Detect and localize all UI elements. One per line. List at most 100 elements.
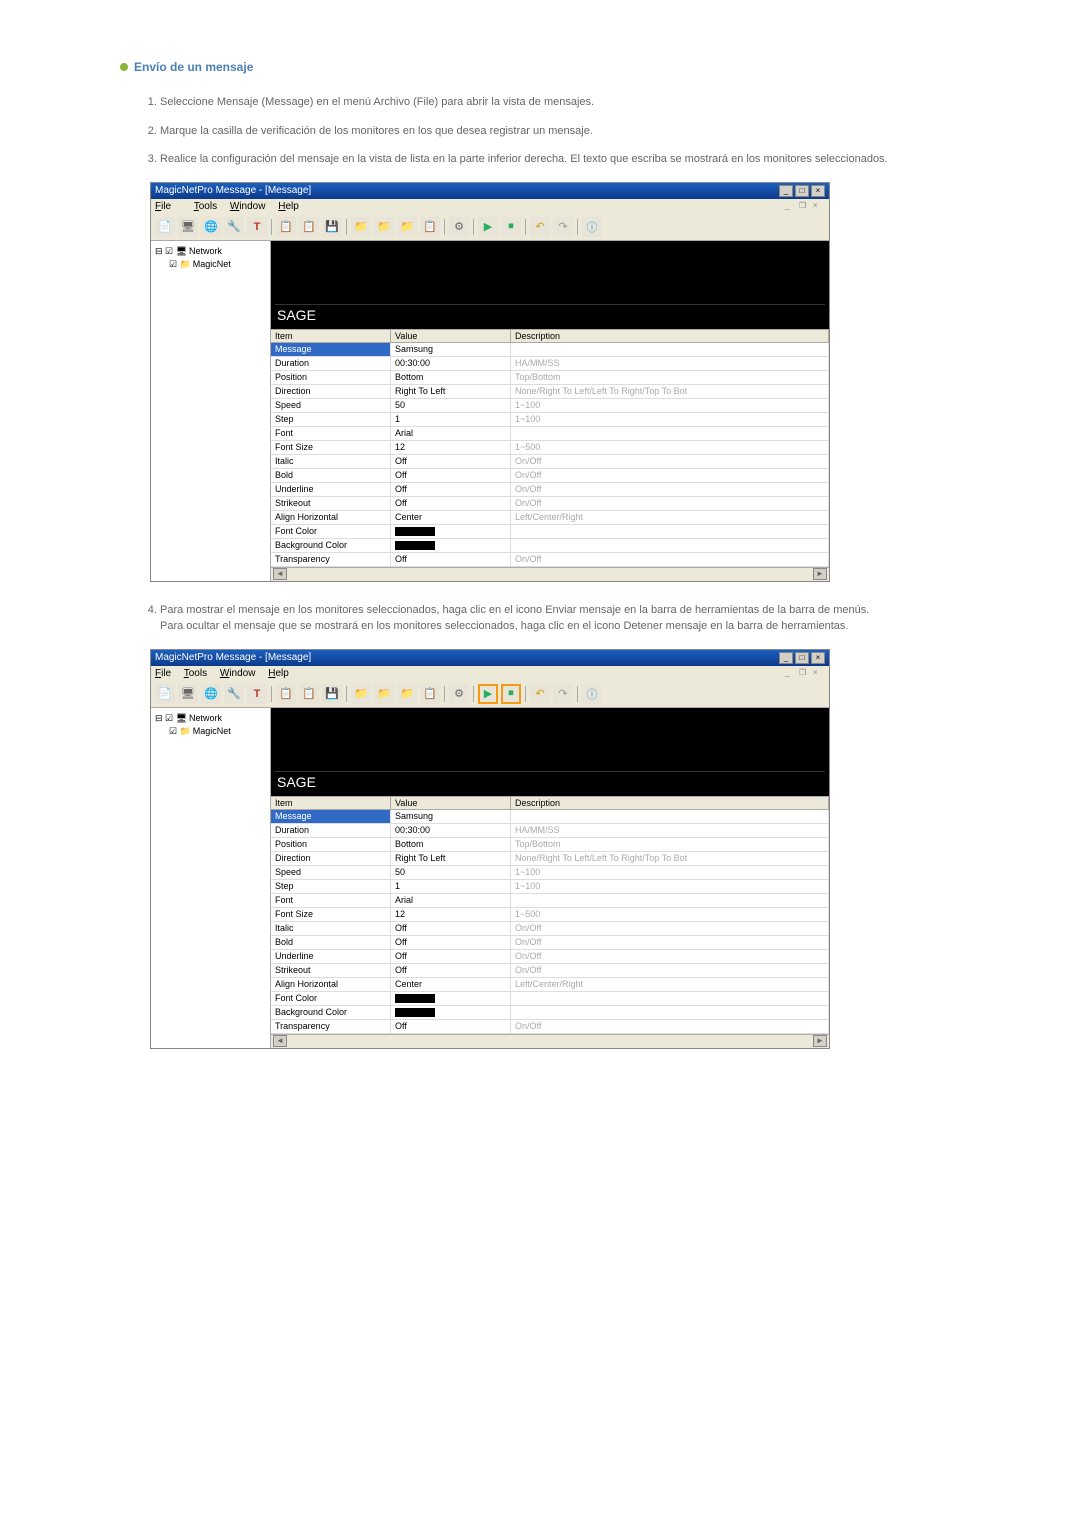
tree-root[interactable]: ⊟ ☑ 🖥 Network	[155, 712, 266, 725]
scroll-right[interactable]: ►	[813, 568, 827, 580]
doc-close[interactable]: ×	[813, 201, 825, 211]
prop-value[interactable]: Samsung	[391, 343, 511, 356]
table-row[interactable]: Font Color	[271, 525, 829, 539]
table-row[interactable]: Font Color	[271, 992, 829, 1006]
table-row[interactable]: TransparencyOffOn/Off	[271, 553, 829, 567]
col-description[interactable]: Description	[511, 330, 829, 342]
prop-value[interactable]: Off	[391, 950, 511, 963]
minimize-button[interactable]: _	[779, 652, 793, 664]
prop-value[interactable]: Off	[391, 553, 511, 566]
col-value[interactable]: Value	[391, 797, 511, 809]
table-row[interactable]: UnderlineOffOn/Off	[271, 483, 829, 497]
prop-value[interactable]: Center	[391, 978, 511, 991]
table-row[interactable]: FontArial	[271, 427, 829, 441]
toolbar-icon-3[interactable]: 🌐	[201, 684, 221, 704]
table-row[interactable]: FontArial	[271, 894, 829, 908]
prop-value[interactable]	[391, 1006, 511, 1019]
toolbar-icon-2[interactable]: 🖥	[178, 684, 198, 704]
col-item[interactable]: Item	[271, 797, 391, 809]
table-row[interactable]: ItalicOffOn/Off	[271, 922, 829, 936]
table-row[interactable]: BoldOffOn/Off	[271, 936, 829, 950]
prop-value[interactable]	[391, 525, 511, 538]
scroll-left[interactable]: ◄	[273, 1035, 287, 1047]
table-row[interactable]: Align HorizontalCenterLeft/Center/Right	[271, 511, 829, 525]
info-icon[interactable]: ⓘ	[582, 217, 602, 237]
toolbar-icon-9[interactable]: 📁	[374, 684, 394, 704]
menu-file[interactable]: File	[155, 201, 181, 212]
maximize-button[interactable]: □	[795, 185, 809, 197]
prop-value[interactable]	[391, 992, 511, 1005]
toolbar-icon-8[interactable]: 📁	[351, 217, 371, 237]
prop-value[interactable]	[391, 539, 511, 552]
doc-close[interactable]: ×	[813, 668, 825, 678]
prop-value[interactable]: Arial	[391, 894, 511, 907]
stop-message-icon[interactable]: ⏹	[501, 217, 521, 237]
toolbar-icon-10[interactable]: 📁	[397, 217, 417, 237]
info-icon[interactable]: ⓘ	[582, 684, 602, 704]
close-button[interactable]: ×	[811, 652, 825, 664]
table-row[interactable]: Align HorizontalCenterLeft/Center/Right	[271, 978, 829, 992]
prop-value[interactable]: Off	[391, 483, 511, 496]
prop-value[interactable]: Right To Left	[391, 852, 511, 865]
send-message-icon[interactable]: ▶	[478, 684, 498, 704]
menu-help[interactable]: Help	[268, 668, 289, 679]
toolbar-icon-4[interactable]: 🔧	[224, 684, 244, 704]
menu-tools[interactable]: Tools	[184, 668, 207, 679]
prop-value[interactable]: Off	[391, 936, 511, 949]
send-message-icon[interactable]: ▶	[478, 217, 498, 237]
maximize-button[interactable]: □	[795, 652, 809, 664]
toolbar-icon-12[interactable]: ⚙	[449, 217, 469, 237]
doc-minimize[interactable]: _	[785, 201, 797, 211]
menu-file[interactable]: File	[155, 668, 171, 679]
toolbar-icon-2[interactable]: 🖥	[178, 217, 198, 237]
prop-value[interactable]: 12	[391, 441, 511, 454]
prop-value[interactable]: Off	[391, 1020, 511, 1033]
menu-tools[interactable]: Tools	[194, 201, 217, 212]
toolbar-icon-4[interactable]: 🔧	[224, 217, 244, 237]
table-row[interactable]: StrikeoutOffOn/Off	[271, 497, 829, 511]
table-row[interactable]: DirectionRight To LeftNone/Right To Left…	[271, 385, 829, 399]
scroll-left[interactable]: ◄	[273, 568, 287, 580]
horizontal-scrollbar[interactable]: ◄ ►	[271, 1034, 829, 1048]
prop-value[interactable]: Samsung	[391, 810, 511, 823]
table-row[interactable]: Speed501~100	[271, 866, 829, 880]
prop-value[interactable]: Right To Left	[391, 385, 511, 398]
table-row[interactable]: Speed501~100	[271, 399, 829, 413]
prop-value[interactable]: 1	[391, 413, 511, 426]
table-row[interactable]: Font Size121~500	[271, 441, 829, 455]
prop-value[interactable]: Off	[391, 455, 511, 468]
horizontal-scrollbar[interactable]: ◄ ►	[271, 567, 829, 581]
scroll-right[interactable]: ►	[813, 1035, 827, 1047]
doc-restore[interactable]: ❐	[799, 668, 811, 678]
table-row[interactable]: Background Color	[271, 539, 829, 553]
table-row[interactable]: Step11~100	[271, 880, 829, 894]
menu-window[interactable]: Window	[230, 201, 266, 212]
prop-value[interactable]: Bottom	[391, 838, 511, 851]
tree-root[interactable]: ⊟ ☑ 🖥 Network	[155, 245, 266, 258]
menu-help[interactable]: Help	[278, 201, 299, 212]
prop-value[interactable]: 50	[391, 866, 511, 879]
prop-value[interactable]: 12	[391, 908, 511, 921]
toolbar-icon-10[interactable]: 📁	[397, 684, 417, 704]
toolbar-icon-7[interactable]: 💾	[322, 217, 342, 237]
toolbar-icon-1[interactable]: 📄	[155, 684, 175, 704]
prop-value[interactable]: Center	[391, 511, 511, 524]
toolbar-icon-9[interactable]: 📁	[374, 217, 394, 237]
prop-value[interactable]: 50	[391, 399, 511, 412]
toolbar-text-icon[interactable]: T	[247, 217, 267, 237]
table-row[interactable]: MessageSamsung	[271, 343, 829, 357]
toolbar-icon-11[interactable]: 📋	[420, 217, 440, 237]
undo-icon[interactable]: ↶	[530, 684, 550, 704]
doc-restore[interactable]: ❐	[799, 201, 811, 211]
table-row[interactable]: Background Color	[271, 1006, 829, 1020]
table-row[interactable]: BoldOffOn/Off	[271, 469, 829, 483]
toolbar-icon-6[interactable]: 📋	[299, 217, 319, 237]
table-row[interactable]: Font Size121~500	[271, 908, 829, 922]
tree-child[interactable]: ☑ 📁 MagicNet	[169, 725, 266, 738]
table-row[interactable]: Duration00:30:00HA/MM/SS	[271, 357, 829, 371]
table-row[interactable]: MessageSamsung	[271, 810, 829, 824]
prop-value[interactable]: Off	[391, 497, 511, 510]
doc-minimize[interactable]: _	[785, 668, 797, 678]
prop-value[interactable]: Off	[391, 964, 511, 977]
menu-window[interactable]: Window	[220, 668, 256, 679]
